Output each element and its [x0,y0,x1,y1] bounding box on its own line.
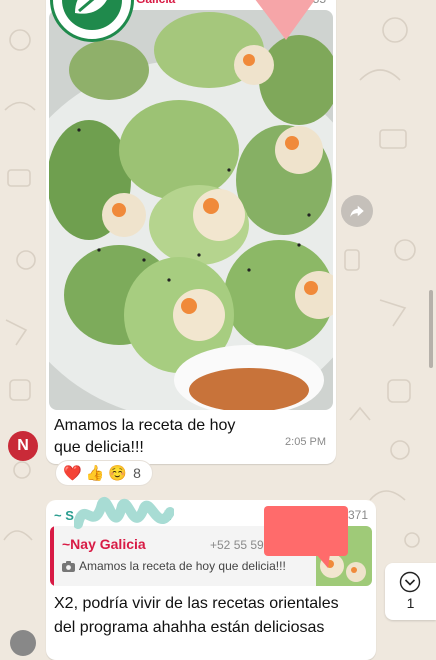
smile-reaction: ☺️ [108,465,128,482]
message-bubble-image[interactable]: Galicia +52 55 [46,0,336,464]
shared-photo[interactable] [49,10,333,410]
chevron-down-icon [399,571,421,593]
message-time: 2:05 PM [285,436,326,448]
message-caption: Amamos la receta de hoy que delicia!!! [54,417,236,456]
redaction-mark [255,0,315,40]
scrollbar-thumb[interactable] [429,290,433,368]
spring-rolls-image [49,10,333,410]
sender-name[interactable]: Galicia [136,0,175,8]
quoted-sender-name: ~Nay Galicia [62,536,146,552]
thumbs-up-reaction: 👍 [85,465,105,482]
redaction-box [264,506,348,568]
forward-share-button[interactable] [341,195,373,227]
sender-phone: 371 [347,508,368,522]
quoted-sender-phone: +52 55 59 [210,538,264,552]
avatar[interactable] [10,630,36,656]
quoted-text: Amamos la receta de hoy que delicia!!! [62,559,286,573]
quote-accent-bar [50,526,54,586]
reactions-bar[interactable]: ❤️ 👍 ☺️ 8 [55,460,153,486]
reaction-count: 8 [133,465,141,481]
scroll-to-bottom-button[interactable]: 1 [385,563,436,620]
unread-count: 1 [406,595,415,611]
heart-reaction: ❤️ [63,465,82,482]
share-forward-icon [350,205,364,217]
message-text: X2, podría vivir de las recetas oriental… [54,595,339,636]
camera-icon [62,560,75,572]
avatar[interactable]: N [8,431,38,461]
redaction-scribble [74,497,174,529]
